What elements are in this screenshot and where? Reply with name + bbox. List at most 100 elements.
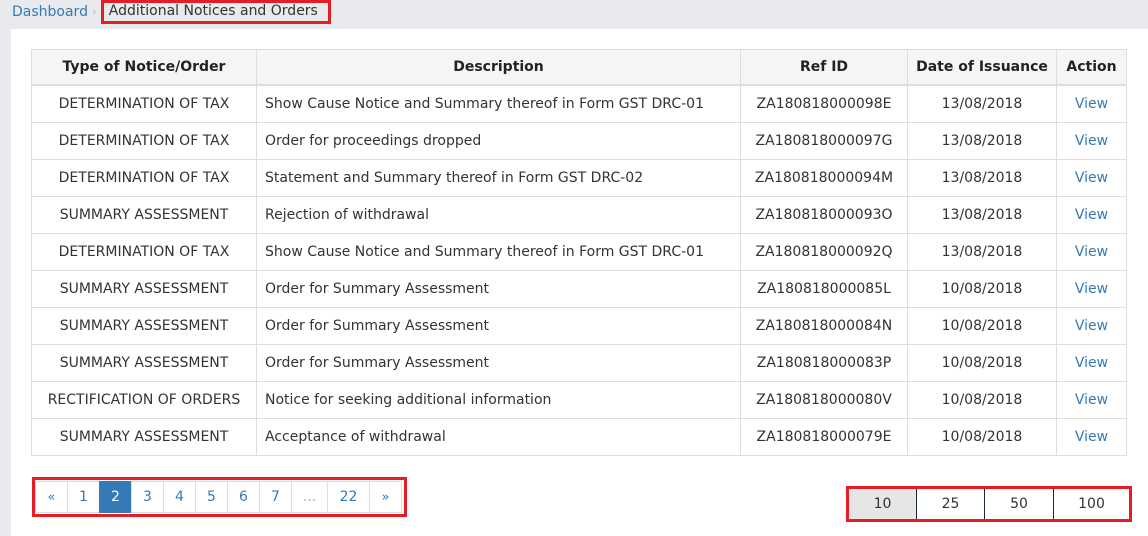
cell-ref-id: ZA180818000098E bbox=[740, 84, 908, 123]
cell-action: View bbox=[1056, 270, 1127, 308]
page-size-option-100[interactable]: 100 bbox=[1053, 489, 1129, 519]
view-link[interactable]: View bbox=[1075, 429, 1108, 445]
table-row: SUMMARY ASSESSMENT Order for Summary Asse… bbox=[31, 307, 1127, 345]
column-header-date: Date of Issuance bbox=[907, 49, 1057, 86]
cell-date: 10/08/2018 bbox=[907, 344, 1057, 382]
cell-date: 13/08/2018 bbox=[907, 84, 1057, 123]
view-link[interactable]: View bbox=[1075, 244, 1108, 260]
cell-action: View bbox=[1056, 381, 1127, 419]
cell-description: Notice for seeking additional informatio… bbox=[256, 381, 741, 419]
cell-type: DETERMINATION OF TAX bbox=[31, 84, 257, 123]
table-row: SUMMARY ASSESSMENT Order for Summary Asse… bbox=[31, 344, 1127, 382]
breadcrumb-current-page: Additional Notices and Orders bbox=[100, 0, 331, 24]
page-size-selector: 10 25 50 100 bbox=[846, 486, 1132, 522]
cell-ref-id: ZA180818000092Q bbox=[740, 233, 908, 271]
cell-ref-id: ZA180818000084N bbox=[740, 307, 908, 345]
pagination-page-22[interactable]: 22 bbox=[327, 481, 370, 513]
cell-date: 13/08/2018 bbox=[907, 196, 1057, 234]
pagination-ellipsis[interactable]: ... bbox=[291, 481, 328, 513]
view-link[interactable]: View bbox=[1075, 207, 1108, 223]
cell-ref-id: ZA180818000093O bbox=[740, 196, 908, 234]
cell-date: 10/08/2018 bbox=[907, 418, 1057, 456]
cell-action: View bbox=[1056, 233, 1127, 271]
cell-type: DETERMINATION OF TAX bbox=[31, 233, 257, 271]
view-link[interactable]: View bbox=[1075, 355, 1108, 371]
pagination-highlight: «1 2 3 4 5 6 7... 22» bbox=[32, 477, 407, 517]
cell-date: 10/08/2018 bbox=[907, 270, 1057, 308]
cell-description: Show Cause Notice and Summary thereof in… bbox=[256, 84, 741, 123]
pagination-prev-button[interactable]: « bbox=[35, 481, 68, 513]
table-row: DETERMINATION OF TAX Show Cause Notice an… bbox=[31, 233, 1127, 271]
cell-action: View bbox=[1056, 159, 1127, 197]
page-size-option-50[interactable]: 50 bbox=[984, 489, 1053, 519]
pagination-next-button[interactable]: » bbox=[369, 481, 402, 513]
cell-action: View bbox=[1056, 196, 1127, 234]
pagination: «1 2 3 4 5 6 7... 22» bbox=[35, 481, 402, 513]
cell-description: Acceptance of withdrawal bbox=[256, 418, 741, 456]
cell-type: DETERMINATION OF TAX bbox=[31, 159, 257, 197]
pagination-page-7[interactable]: 7 bbox=[259, 481, 292, 513]
cell-type: SUMMARY ASSESSMENT bbox=[31, 418, 257, 456]
pagination-page-2[interactable]: 2 bbox=[99, 481, 132, 513]
cell-ref-id: ZA180818000085L bbox=[740, 270, 908, 308]
cell-ref-id: ZA180818000094M bbox=[740, 159, 908, 197]
cell-date: 13/08/2018 bbox=[907, 233, 1057, 271]
cell-type: SUMMARY ASSESSMENT bbox=[31, 344, 257, 382]
cell-description: Order for Summary Assessment bbox=[256, 270, 741, 308]
view-link[interactable]: View bbox=[1075, 392, 1108, 408]
cell-type: SUMMARY ASSESSMENT bbox=[31, 196, 257, 234]
table-row: SUMMARY ASSESSMENT Order for Summary Asse… bbox=[31, 270, 1127, 308]
cell-description: Statement and Summary thereof in Form GS… bbox=[256, 159, 741, 197]
breadcrumb: Dashboard › Additional Notices and Order… bbox=[12, 0, 331, 24]
cell-type: SUMMARY ASSESSMENT bbox=[31, 270, 257, 308]
column-header-description: Description bbox=[256, 49, 741, 86]
cell-ref-id: ZA180818000080V bbox=[740, 381, 908, 419]
cell-type: DETERMINATION OF TAX bbox=[31, 122, 257, 160]
breadcrumb-separator-icon: › bbox=[91, 5, 97, 19]
pagination-page-4[interactable]: 4 bbox=[163, 481, 196, 513]
cell-description: Order for proceedings dropped bbox=[256, 122, 741, 160]
table-header-row: Type of Notice/Order Description Ref ID … bbox=[31, 49, 1127, 86]
cell-ref-id: ZA180818000097G bbox=[740, 122, 908, 160]
page-size-option-10[interactable]: 10 bbox=[849, 489, 916, 519]
pagination-page-1[interactable]: 1 bbox=[67, 481, 100, 513]
cell-date: 10/08/2018 bbox=[907, 381, 1057, 419]
cell-action: View bbox=[1056, 84, 1127, 123]
pagination-page-5[interactable]: 5 bbox=[195, 481, 228, 513]
pagination-page-3[interactable]: 3 bbox=[131, 481, 164, 513]
column-header-ref-id: Ref ID bbox=[740, 49, 908, 86]
cell-ref-id: ZA180818000079E bbox=[740, 418, 908, 456]
view-link[interactable]: View bbox=[1075, 281, 1108, 297]
cell-date: 13/08/2018 bbox=[907, 122, 1057, 160]
cell-description: Order for Summary Assessment bbox=[256, 307, 741, 345]
notices-table: Type of Notice/Order Description Ref ID … bbox=[31, 49, 1127, 456]
cell-date: 13/08/2018 bbox=[907, 159, 1057, 197]
content-panel: Type of Notice/Order Description Ref ID … bbox=[11, 29, 1148, 536]
cell-date: 10/08/2018 bbox=[907, 307, 1057, 345]
view-link[interactable]: View bbox=[1075, 96, 1108, 112]
table-row: DETERMINATION OF TAX Order for proceeding… bbox=[31, 122, 1127, 160]
pagination-page-6[interactable]: 6 bbox=[227, 481, 260, 513]
cell-type: SUMMARY ASSESSMENT bbox=[31, 307, 257, 345]
column-header-type: Type of Notice/Order bbox=[31, 49, 257, 86]
table-row: SUMMARY ASSESSMENT Acceptance of withdraw… bbox=[31, 418, 1127, 456]
page-size-option-25[interactable]: 25 bbox=[916, 489, 984, 519]
table-row: DETERMINATION OF TAX Statement and Summar… bbox=[31, 159, 1127, 197]
view-link[interactable]: View bbox=[1075, 318, 1108, 334]
cell-description: Order for Summary Assessment bbox=[256, 344, 741, 382]
column-header-action: Action bbox=[1056, 49, 1127, 86]
cell-action: View bbox=[1056, 344, 1127, 382]
view-link[interactable]: View bbox=[1075, 133, 1108, 149]
cell-action: View bbox=[1056, 418, 1127, 456]
view-link[interactable]: View bbox=[1075, 170, 1108, 186]
cell-action: View bbox=[1056, 307, 1127, 345]
cell-ref-id: ZA180818000083P bbox=[740, 344, 908, 382]
cell-type: RECTIFICATION OF ORDERS bbox=[31, 381, 257, 419]
cell-action: View bbox=[1056, 122, 1127, 160]
cell-description: Rejection of withdrawal bbox=[256, 196, 741, 234]
table-row: DETERMINATION OF TAX Show Cause Notice an… bbox=[31, 84, 1127, 123]
table-row: RECTIFICATION OF ORDERS Notice for seekin… bbox=[31, 381, 1127, 419]
cell-description: Show Cause Notice and Summary thereof in… bbox=[256, 233, 741, 271]
table-row: SUMMARY ASSESSMENT Rejection of withdrawa… bbox=[31, 196, 1127, 234]
breadcrumb-dashboard-link[interactable]: Dashboard bbox=[12, 4, 88, 20]
